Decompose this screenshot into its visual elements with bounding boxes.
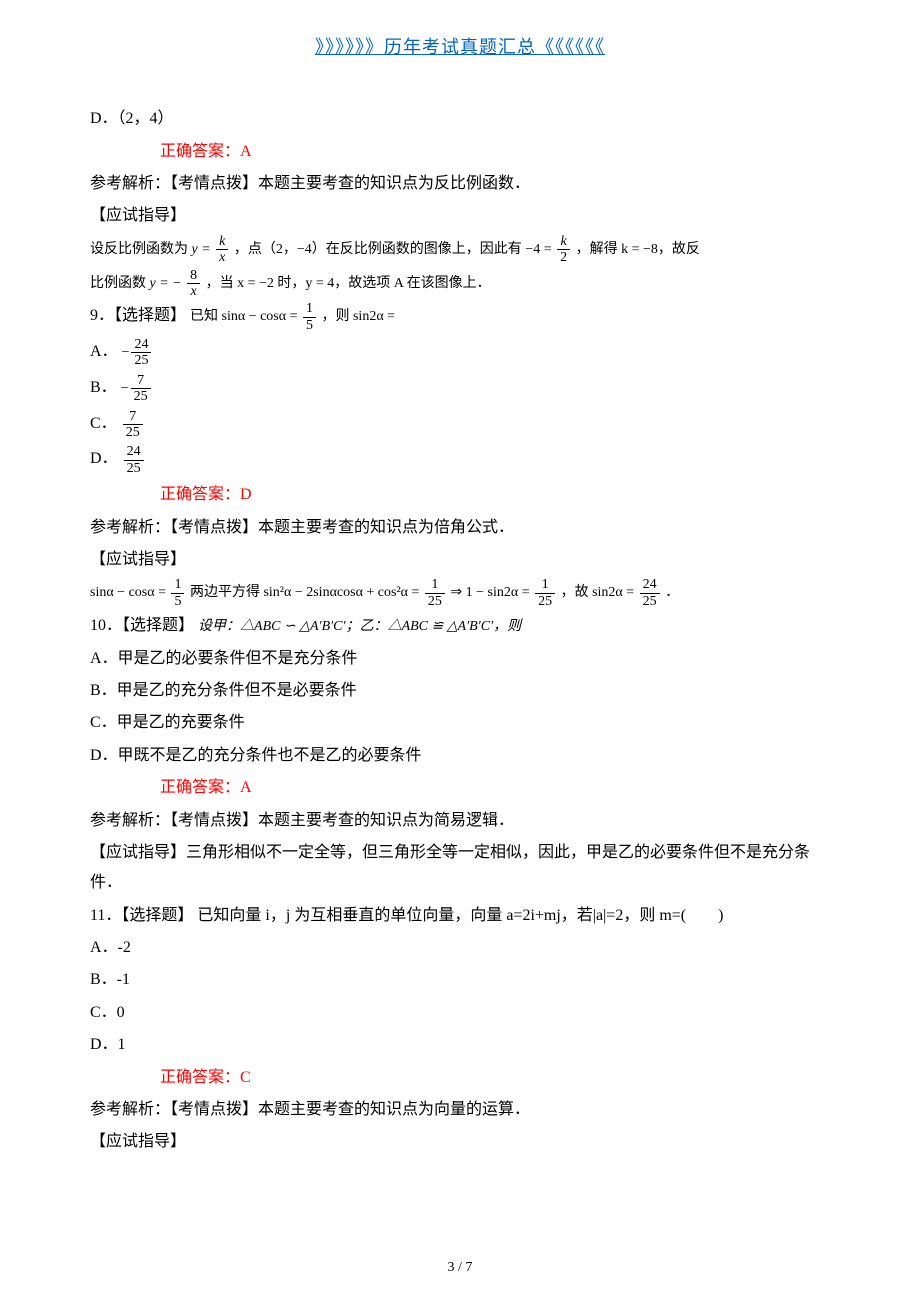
q8-guide-line1: 设反比例函数为 y = kx ，点（2，−4）在反比例函数的图像上，因此有 −4… [90,234,830,266]
q9-option-b: B． −725 [90,373,830,405]
q10-option-d: D．甲既不是乙的充分条件也不是乙的必要条件 [90,741,830,771]
q11-guide-label: 【应试指导】 [90,1127,830,1157]
text: ，点（2，−4）在反比例函数的图像上，因此有 [234,242,522,257]
q10-guide: 【应试指导】三角形相似不一定全等，但三角形全等一定相似，因此，甲是乙的必要条件但… [90,838,830,899]
q11-option-b: B．-1 [90,965,830,995]
q10-label: 10．【选择题】 [90,617,194,634]
text: ⇒ 1 − sin2α = [450,586,529,601]
frac-24-25b: 2425 [124,444,144,476]
frac-k-2: k2 [557,234,570,266]
q9-answer: 正确答案：D [160,480,830,510]
frac-24-25: 2425 [131,337,151,369]
q9-guide-label: 【应试指导】 [90,545,830,575]
q11-stem-text: 已知向量 i，j 为互相垂直的单位向量，向量 a=2i+mj，若|a|=2，则 … [197,907,723,924]
frac-8-x: 8x [187,268,200,300]
opt-prefix: A． [90,343,118,360]
eqn-y2: y = − [150,276,182,291]
frac-7-25b: 725 [123,409,143,441]
text: ． [665,586,679,601]
text: ，则 sin2α = [321,309,395,324]
frac-7-25: 725 [131,373,151,405]
frac-1-5: 15 [303,301,316,333]
q9-label: 9．【选择题】 [90,307,186,324]
frac-k-x: kx [216,234,228,266]
text: 比例函数 [90,276,146,291]
page-number: 3 / 7 [0,1255,920,1282]
text: ，故 sin2α = [561,586,635,601]
q8-analysis: 参考解析：【考情点拨】本题主要考查的知识点为反比例函数． [90,169,830,199]
q11-option-c: C．0 [90,998,830,1028]
header-link[interactable]: 》》》》》》历年考试真题汇总《《《《《《 [90,30,830,64]
opt-prefix: C． [90,415,117,432]
q10-option-c: C．甲是乙的充要条件 [90,708,830,738]
q8-option-d: D．（2，4） [90,104,830,134]
text: 两边平方得 sin²α − 2sinαcosα + cos²α = [190,586,419,601]
q10-stem: 10．【选择题】 设甲：△ABC ∽ △A′B′C′；乙：△ABC ≌ △A′B… [90,611,830,641]
q9-stem: 9．【选择题】 已知 sinα − cosα = 15 ，则 sin2α = [90,301,830,333]
text: 已知 sinα − cosα = [190,309,297,324]
text: sinα − cosα = [90,586,166,601]
frac-24-25c: 2425 [640,577,660,609]
frac-1-25: 125 [425,577,445,609]
opt-prefix: D． [90,451,118,468]
frac-1-5b: 15 [171,577,184,609]
q9-analysis: 参考解析：【考情点拨】本题主要考查的知识点为倍角公式． [90,513,830,543]
text: 设反比例函数为 [90,242,188,257]
eqn-y: y = [192,242,211,257]
q9-option-c: C． 725 [90,409,830,441]
q11-label: 11．【选择题】 [90,907,193,924]
q9-option-d: D． 2425 [90,444,830,476]
q8-guide-label: 【应试指导】 [90,201,830,231]
q9-option-a: A． −2425 [90,337,830,369]
q11-analysis: 参考解析：【考情点拨】本题主要考查的知识点为向量的运算． [90,1095,830,1125]
q10-answer: 正确答案：A [160,773,830,803]
q10-option-b: B．甲是乙的充分条件但不是必要条件 [90,676,830,706]
q8-answer: 正确答案：A [160,137,830,167]
q10-analysis: 参考解析：【考情点拨】本题主要考查的知识点为简易逻辑． [90,806,830,836]
q11-option-d: D．1 [90,1030,830,1060]
eqn-neg4: −4 = [525,242,551,257]
q11-answer: 正确答案：C [160,1063,830,1093]
q11-option-a: A．-2 [90,933,830,963]
opt-prefix: B． [90,379,117,396]
text: ，解得 k = −8，故反 [576,242,700,257]
q9-guide-line: sinα − cosα = 15 两边平方得 sin²α − 2sinαcosα… [90,577,830,609]
q10-option-a: A．甲是乙的必要条件但不是充分条件 [90,644,830,674]
q10-stem-text: 设甲：△ABC ∽ △A′B′C′；乙：△ABC ≌ △A′B′C′，则 [198,619,521,634]
frac-1-25b: 125 [535,577,555,609]
text: ，当 x = −2 时，y = 4，故选项 A 在该图像上． [206,276,491,291]
q8-guide-line2: 比例函数 y = − 8x ，当 x = −2 时，y = 4，故选项 A 在该… [90,268,830,300]
q11-stem: 11．【选择题】 已知向量 i，j 为互相垂直的单位向量，向量 a=2i+mj，… [90,901,830,931]
